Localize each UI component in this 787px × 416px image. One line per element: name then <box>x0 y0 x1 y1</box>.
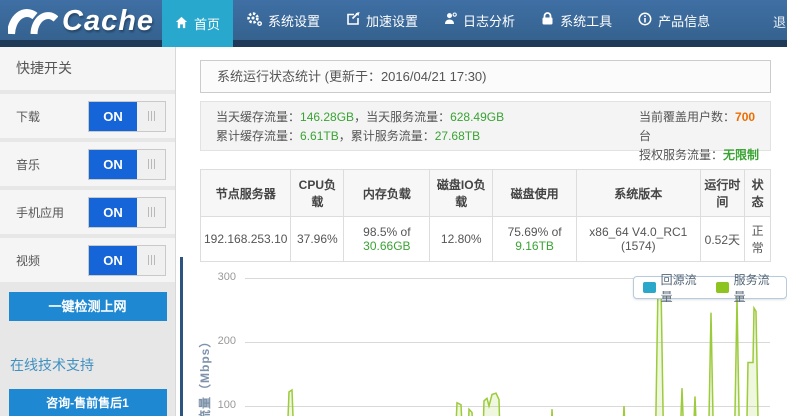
logo-text: Cache <box>62 5 155 37</box>
quick-switch-title: 快捷开关 <box>0 47 175 90</box>
total-cache-value: 6.61TB <box>300 129 339 143</box>
nav-label: 加速设置 <box>366 13 419 29</box>
toggle-grip <box>137 198 165 227</box>
nav-item-product-info[interactable]: 产品信息 <box>625 0 723 40</box>
switch-row-mobile-apps: 手机应用 ON <box>0 190 175 234</box>
video-toggle[interactable]: ON <box>88 244 166 276</box>
legend-item-service-traffic[interactable]: 服务流量 <box>716 271 777 305</box>
info-icon <box>638 12 652 29</box>
col-cpu-load: CPU负载 <box>290 169 345 217</box>
switch-row-download: 下载 ON <box>0 94 175 138</box>
legend-swatch <box>716 282 729 293</box>
cell-version: x86_64 V4.0_RC1 (1574) <box>576 216 701 262</box>
lock-icon <box>541 12 554 28</box>
switch-row-music: 音乐 ON <box>0 142 175 186</box>
nav-item-acceleration-settings[interactable]: 加速设置 <box>333 0 431 40</box>
legend-label: 回源流量 <box>660 272 697 304</box>
today-serve-value: 628.49GB <box>450 110 505 124</box>
cell-disk-use: 75.69% of 9.16TB <box>492 216 578 262</box>
nav-item-system-tools[interactable]: 系统工具 <box>528 0 625 40</box>
traffic-stats-right: 当前覆盖用户数：700 台 授权服务流量：无限制 <box>639 108 770 165</box>
edit-icon <box>346 12 360 28</box>
chart-left-border <box>180 257 183 416</box>
col-uptime: 运行时间 <box>699 169 746 217</box>
toggle-on-state: ON <box>89 149 137 179</box>
switch-label: 手机应用 <box>16 205 65 220</box>
nav-item-home[interactable]: 首页 <box>162 0 234 47</box>
col-disk-use: 磁盘使用 <box>492 169 578 217</box>
gear-icon <box>246 11 263 29</box>
licensed-traffic-line: 授权服务流量：无限制 <box>639 148 760 162</box>
toggle-on-state: ON <box>89 101 137 131</box>
toggle-on-state: ON <box>89 197 137 227</box>
total-traffic-line: 累计缓存流量：6.61TB，累计服务流量：27.68TB <box>216 129 481 143</box>
licensed-traffic-value: 无限制 <box>723 148 760 162</box>
switch-label: 下载 <box>16 109 41 124</box>
nav-item-log-analysis[interactable]: 日志分析 <box>431 0 528 40</box>
cell-cpu: 37.96% <box>290 216 345 262</box>
nav-label: 系统设置 <box>268 13 321 29</box>
today-cache-value: 146.28GB <box>300 110 355 124</box>
detect-network-button[interactable]: 一键检测上网 <box>8 292 167 321</box>
sidebar: 快捷开关 下载 ON 音乐 ON 手机应用 ON 视频 ON 一键检测上网 在线… <box>0 47 176 416</box>
chart-legend: 回源流量 服务流量 <box>633 273 787 304</box>
table-row: 192.168.253.10 37.96% 98.5% of 30.66GB 1… <box>199 216 771 262</box>
switch-row-video: 视频 ON <box>0 238 175 282</box>
toggle-grip <box>137 150 165 179</box>
cell-status: 正常 <box>744 216 771 262</box>
consult-presales-button[interactable]: 咨询-售前售后1 <box>8 389 167 416</box>
main-navigation: 首页 系统设置 加速设置 日志分析 系统工具 产品信息 <box>162 0 723 47</box>
traffic-stats-left: 当天缓存流量：146.28GB，当天服务流量：628.49GB 累计缓存流量：6… <box>216 108 504 146</box>
legend-item-origin-traffic[interactable]: 回源流量 <box>643 271 704 305</box>
cell-memory: 98.5% of 30.66GB <box>343 216 431 262</box>
col-mem-load: 内存负载 <box>343 169 431 217</box>
ytick-300: 300 <box>217 271 236 283</box>
online-support-title: 在线技术支持 <box>10 357 94 373</box>
cell-server-ip: 192.168.253.10 <box>199 216 292 262</box>
total-serve-value: 27.68TB <box>434 129 481 143</box>
nav-label: 系统工具 <box>560 13 613 29</box>
toggle-on-state: ON <box>89 245 137 275</box>
cell-uptime: 0.52天 <box>699 216 746 262</box>
covered-users-line: 当前覆盖用户数：700 台 <box>639 110 756 143</box>
switch-label: 音乐 <box>16 157 41 172</box>
status-panel-title: 系统运行状态统计 (更新于：2016/04/21 17:30) <box>200 60 771 93</box>
logout-link[interactable]: 退出 <box>773 12 787 31</box>
col-disk-io: 磁盘IO负载 <box>429 169 494 217</box>
col-version: 系统版本 <box>576 169 701 217</box>
today-traffic-line: 当天缓存流量：146.28GB，当天服务流量：628.49GB <box>216 110 505 124</box>
nav-label: 产品信息 <box>658 13 711 29</box>
col-node-server: 节点服务器 <box>199 169 292 217</box>
node-server-table: 节点服务器 CPU负载 内存负载 磁盘IO负载 磁盘使用 系统版本 运行时间 状… <box>199 169 771 262</box>
toggle-grip <box>137 102 165 131</box>
ytick-200: 200 <box>217 335 236 347</box>
table-header-row: 节点服务器 CPU负载 内存负载 磁盘IO负载 磁盘使用 系统版本 运行时间 状… <box>199 169 771 217</box>
legend-swatch <box>643 282 656 293</box>
nav-label: 日志分析 <box>463 13 516 29</box>
home-icon <box>175 16 188 32</box>
switch-label: 视频 <box>16 253 41 268</box>
nav-label: 首页 <box>194 17 221 32</box>
cell-disk-io: 12.80% <box>429 216 494 262</box>
covered-users-value: 700 <box>735 110 756 124</box>
toggle-grip <box>137 246 165 275</box>
user-icon <box>444 12 457 28</box>
nav-item-system-settings[interactable]: 系统设置 <box>233 0 333 40</box>
legend-label: 服务流量 <box>733 272 770 304</box>
ytick-100: 100 <box>217 399 236 411</box>
logo-arch-icon <box>7 3 59 40</box>
mobile-apps-toggle[interactable]: ON <box>88 196 166 228</box>
traffic-stats-box: 当天缓存流量：146.28GB，当天服务流量：628.49GB 累计缓存流量：6… <box>200 101 771 162</box>
music-toggle[interactable]: ON <box>88 148 166 180</box>
app-logo[interactable]: Cache <box>7 3 155 40</box>
col-status: 状态 <box>744 169 771 217</box>
download-toggle[interactable]: ON <box>88 100 166 132</box>
